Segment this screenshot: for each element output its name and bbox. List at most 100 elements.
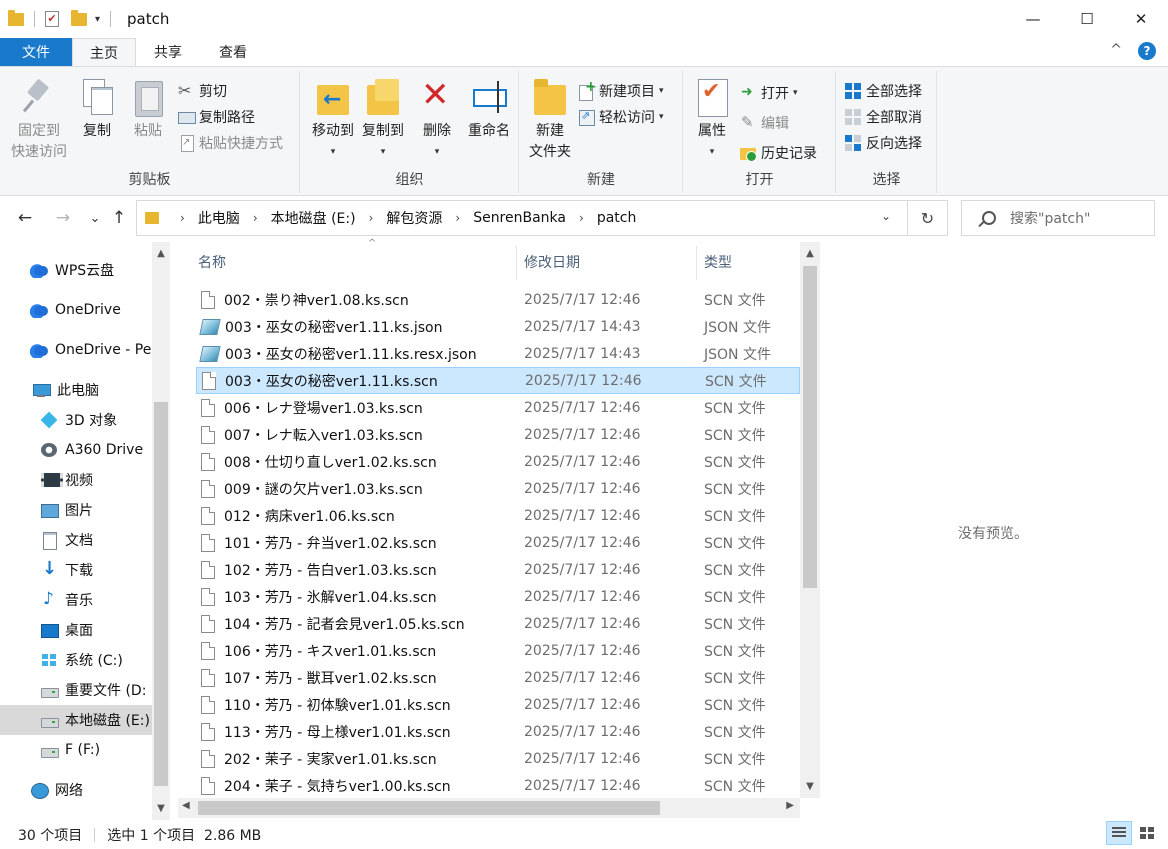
scrollbar-thumb[interactable] [198,801,660,815]
file-row[interactable]: 008・仕切り直しver1.02.ks.scn 2025/7/17 12:46 SC… [196,448,800,475]
back-button[interactable]: ← [14,206,36,230]
invert-selection-button[interactable]: 反向选择 [845,131,922,155]
new-item-button[interactable]: 新建项目 ▾ [578,79,664,103]
select-none-button[interactable]: 全部取消 [845,105,922,129]
breadcrumb-separator-icon[interactable]: › [579,211,584,225]
scroll-up-icon[interactable]: ▲ [800,248,820,259]
recent-locations-button[interactable]: ⌄ [84,206,106,230]
file-row[interactable]: 106・芳乃 - キスver1.01.ks.scn 2025/7/17 12:46… [196,637,800,664]
file-row[interactable]: 003・巫女の秘密ver1.11.ks.resx.json 2025/7/17 1… [196,340,800,367]
minimize-button[interactable]: — [1006,0,1060,38]
close-button[interactable]: ✕ [1114,0,1168,38]
open-button[interactable]: 打开 ▾ [740,81,798,105]
nav-pane-scrollbar[interactable]: ▲ ▼ [152,242,170,820]
address-bar[interactable]: › 此电脑 › 本地磁盘 (E:) › 解包资源 › SenrenBanka › patch ⌄ … [136,200,948,236]
large-icons-view-button[interactable] [1134,821,1160,845]
file-row[interactable]: 204・茉子 - 気持ちver1.00.ks.scn 2025/7/17 12:4… [196,772,800,799]
file-row[interactable]: 007・レナ転入ver1.03.ks.scn 2025/7/17 12:46 SCN… [196,421,800,448]
nav-item[interactable]: 图片 [0,495,152,525]
copy-to-button[interactable]: 复制到 ▾ [355,77,411,163]
move-to-button[interactable]: 移动到 ▾ [305,77,361,163]
scroll-left-icon[interactable]: ◀ [182,800,190,811]
file-row[interactable]: 104・芳乃 - 記者会見ver1.05.ks.scn 2025/7/17 12:… [196,610,800,637]
new-folder-quick-icon[interactable] [71,9,87,26]
nav-item[interactable]: 音乐 [0,585,152,615]
nav-item[interactable]: 桌面 [0,615,152,645]
column-divider[interactable] [696,246,697,280]
refresh-button[interactable]: ↻ [907,201,947,235]
scroll-up-icon[interactable]: ▲ [152,248,170,259]
column-header-name[interactable]: 名称 ^ [198,238,376,282]
scrollbar-thumb[interactable] [803,266,817,588]
file-row[interactable]: 009・謎の欠片ver1.03.ks.scn 2025/7/17 12:46 SCN… [196,475,800,502]
nav-item[interactable]: 3D 对象 [0,405,152,435]
nav-item[interactable]: 此电脑 [0,375,152,405]
paste-shortcut-button[interactable]: 粘贴快捷方式 [178,131,283,155]
scrollbar-thumb[interactable] [154,402,168,786]
up-button[interactable]: ↑ [108,206,130,230]
tab-view[interactable]: 查看 [202,38,264,66]
column-header-date[interactable]: 修改日期 [524,242,580,282]
file-row[interactable]: 003・巫女の秘密ver1.11.ks.json 2025/7/17 14:43 J… [196,313,800,340]
breadcrumb-separator-icon[interactable]: › [253,211,258,225]
new-folder-button[interactable]: 新建 文件夹 [524,77,576,163]
column-divider[interactable] [516,246,517,280]
breadcrumb-item[interactable]: SenrenBanka [473,210,566,226]
file-row[interactable]: 002・祟り神ver1.08.ks.scn 2025/7/17 12:46 SCN … [196,286,800,313]
file-row[interactable]: 113・芳乃 - 母上様ver1.01.ks.scn 2025/7/17 12:4… [196,718,800,745]
collapse-ribbon-icon[interactable]: ^ [1110,42,1122,60]
nav-item[interactable]: 本地磁盘 (E:) [0,705,152,735]
forward-button[interactable]: → [52,206,74,230]
nav-item[interactable]: 重要文件 (D: [0,675,152,705]
file-row[interactable]: 107・芳乃 - 獣耳ver1.02.ks.scn 2025/7/17 12:46… [196,664,800,691]
file-list-horizontal-scrollbar[interactable]: ◀ ▶ [178,798,800,818]
file-row[interactable]: 103・芳乃 - 氷解ver1.04.ks.scn 2025/7/17 12:46… [196,583,800,610]
nav-item[interactable]: 下载 [0,555,152,585]
easy-access-button[interactable]: 轻松访问 ▾ [578,105,664,129]
maximize-button[interactable]: ☐ [1060,0,1114,38]
properties-button[interactable]: 属性 ▾ [690,77,734,163]
file-row[interactable]: 101・芳乃 - 弁当ver1.02.ks.scn 2025/7/17 12:46… [196,529,800,556]
nav-item[interactable]: OneDrive - Pe [0,335,152,365]
tab-share[interactable]: 共享 [138,38,198,66]
file-row[interactable]: 012・病床ver1.06.ks.scn 2025/7/17 12:46 SCN 文… [196,502,800,529]
pin-to-quick-access-button[interactable]: 固定到 快速访问 [8,77,70,163]
scroll-down-icon[interactable]: ▼ [152,803,170,814]
breadcrumb-separator-icon[interactable]: › [369,211,374,225]
file-row[interactable]: 110・芳乃 - 初体験ver1.01.ks.scn 2025/7/17 12:4… [196,691,800,718]
help-icon[interactable]: ? [1138,42,1156,60]
nav-item[interactable]: 文档 [0,525,152,555]
column-header-type[interactable]: 类型 [704,242,732,282]
file-row[interactable]: 102・芳乃 - 告白ver1.03.ks.scn 2025/7/17 12:46… [196,556,800,583]
search-input[interactable]: 搜索"patch" [961,200,1155,236]
cut-button[interactable]: 剪切 [178,79,227,103]
breadcrumb-item[interactable]: patch [597,210,637,226]
select-all-button[interactable]: 全部选择 [845,79,922,103]
paste-button[interactable]: 粘贴 [126,77,170,142]
tab-file[interactable]: 文件 [0,38,72,66]
delete-button[interactable]: 删除 ▾ [415,77,459,163]
breadcrumb-item[interactable]: 此电脑 [198,208,240,228]
tab-home[interactable]: 主页 [72,38,136,66]
details-view-button[interactable] [1106,821,1132,845]
nav-item[interactable]: A360 Drive [0,435,152,465]
copy-button[interactable]: 复制 [74,77,120,142]
rename-button[interactable]: 重命名 [463,77,515,142]
address-history-dropdown[interactable]: ⌄ [881,209,891,223]
edit-button[interactable]: 编辑 [740,111,789,135]
nav-item[interactable]: OneDrive [0,295,152,325]
breadcrumb-separator-icon[interactable]: › [455,211,460,225]
nav-item[interactable]: 网络 [0,775,152,805]
nav-item[interactable]: F (F:) [0,735,152,765]
file-row[interactable]: 003・巫女の秘密ver1.11.ks.scn 2025/7/17 12:46 SC… [196,367,800,394]
breadcrumb-item[interactable]: 解包资源 [386,208,442,228]
nav-item[interactable]: 视频 [0,465,152,495]
scroll-right-icon[interactable]: ▶ [786,800,794,811]
breadcrumb-item[interactable]: 本地磁盘 (E:) [271,208,356,228]
breadcrumb-separator-icon[interactable]: › [180,211,185,225]
scroll-down-icon[interactable]: ▼ [800,781,820,792]
properties-quick-icon[interactable]: ✔ [45,11,59,27]
customize-quick-access-icon[interactable]: ▾ [95,14,100,25]
nav-item[interactable]: WPS云盘 [0,255,152,285]
file-list-vertical-scrollbar[interactable]: ▲ ▼ [800,242,820,798]
